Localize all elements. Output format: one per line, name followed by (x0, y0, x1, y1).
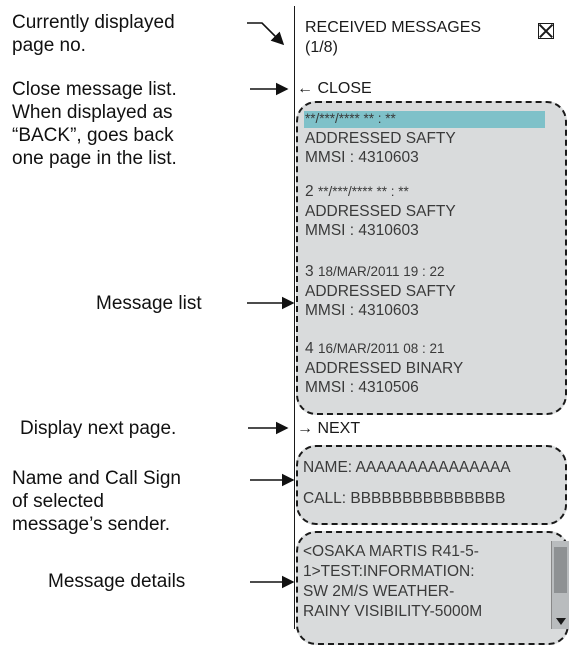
scroll-down-icon[interactable] (556, 618, 566, 625)
close-x-icon[interactable] (538, 23, 554, 39)
message-item[interactable]: 2 **/***/**** ** : ** ADDRESSED SAFTY MM… (305, 182, 456, 241)
scrollbar-thumb[interactable] (554, 547, 567, 593)
message-item[interactable]: **/***/**** ** : ** ADDRESSED SAFTY MMSI… (305, 109, 456, 168)
sender-name: NAME: AAAAAAAAAAAAAAA (303, 459, 511, 476)
next-button[interactable]: → NEXT (297, 419, 360, 438)
page-count: (1/8) (305, 39, 338, 56)
detail-line: RAINY VISIBILITY-5000M (303, 603, 483, 620)
message-item[interactable]: 4 16/MAR/2011 08 : 21 ADDRESSED BINARY M… (305, 339, 463, 398)
message-item[interactable]: 3 18/MAR/2011 19 : 22 ADDRESSED SAFTY MM… (305, 262, 456, 321)
panel-title: RECEIVED MESSAGES (305, 19, 482, 36)
close-button[interactable]: ← CLOSE (297, 79, 372, 98)
details-scrollbar[interactable] (551, 541, 569, 629)
sender-info (296, 445, 567, 525)
detail-line: SW 2M/S WEATHER- (303, 583, 455, 600)
sender-call-sign: CALL: BBBBBBBBBBBBBBB (303, 490, 506, 507)
leader-page-no (247, 22, 285, 46)
detail-line: 1>TEST:INFORMATION: (303, 563, 475, 580)
panel-border (294, 6, 295, 629)
detail-line: <OSAKA MARTIS R41-5- (303, 543, 479, 560)
